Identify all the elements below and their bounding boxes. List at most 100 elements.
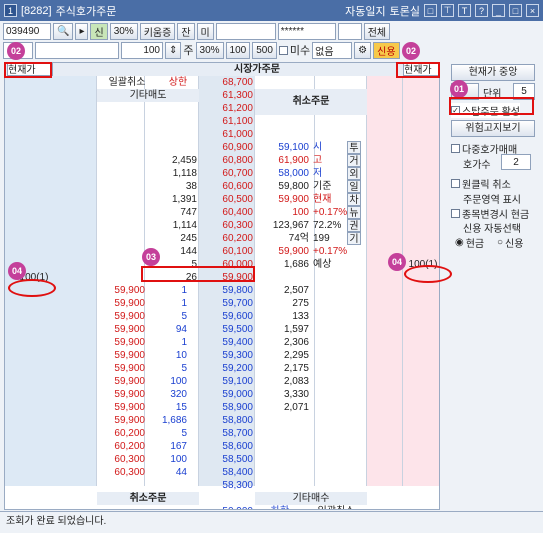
side-tab[interactable]: 일 <box>347 180 361 193</box>
close-icon[interactable]: × <box>526 4 539 17</box>
ask-row[interactable]: 1,391 60,500 59,900 현재 차 <box>5 193 439 206</box>
bid-row[interactable]: 58,400 60,300 44 <box>5 466 439 479</box>
stock-change-checkbox[interactable]: 종목변경시 현금 <box>451 206 529 221</box>
side-tab[interactable]: 투 <box>347 141 361 154</box>
my-order-price: 59,900 <box>114 324 145 335</box>
bid-row[interactable]: 59,700 275 59,900 1 <box>5 297 439 310</box>
badge-04-left: 04 <box>8 262 26 280</box>
side-tab[interactable]: 거 <box>347 154 361 167</box>
risk-warning-button[interactable]: 위험고지보기 <box>451 120 535 137</box>
side-tab[interactable]: 외 <box>347 167 361 180</box>
ask-row[interactable]: 144 60,100 59,900 +0.17% <box>5 245 439 258</box>
info-value: 59,100 <box>278 142 309 153</box>
ask-row[interactable]: 38 60,600 59,800 기준 일 <box>5 180 439 193</box>
balance-button[interactable]: 잔 <box>177 22 195 40</box>
credit-radio[interactable]: ○ 신용 <box>497 235 523 250</box>
bid-qty: 2,295 <box>283 350 309 361</box>
password-input[interactable]: ****** <box>277 22 336 40</box>
ask-row[interactable]: 61,100 <box>5 115 439 128</box>
bottom-row[interactable]: 50,900하한일괄취소 <box>5 505 439 509</box>
highlight-right-total <box>404 265 452 283</box>
bid-price: 58,900 <box>222 402 253 413</box>
unfilled-button[interactable]: 미 <box>196 22 214 40</box>
bid-row[interactable]: 58,300 <box>5 479 439 492</box>
lower-limit-label: 하한 <box>255 505 305 509</box>
stock-code-input[interactable]: 039490 <box>3 22 51 40</box>
side-tab[interactable]: 기 <box>347 232 361 245</box>
discussion-link[interactable]: 토론실 <box>390 3 420 19</box>
font-icon[interactable]: T <box>458 4 471 17</box>
account-extra-input[interactable] <box>337 22 362 40</box>
ask-count-select[interactable]: 2 <box>501 154 531 170</box>
ask-row[interactable]: 61,000 <box>5 128 439 141</box>
bid-price: 59,300 <box>222 350 253 361</box>
ask-row[interactable]: 1,114 60,300 123,967 72.2% 권 <box>5 219 439 232</box>
maximize-icon[interactable]: □ <box>509 4 522 17</box>
account-select[interactable] <box>215 22 276 40</box>
bid-row[interactable]: 59,000 3,330 59,900 320 <box>5 388 439 401</box>
gear-icon[interactable]: ⚙ <box>354 41 372 59</box>
credit-button[interactable]: 신용 <box>373 41 400 59</box>
misu-checkbox[interactable] <box>278 45 288 55</box>
bottom-row[interactable]: 취소주문 기타매수 <box>5 492 439 505</box>
all-button[interactable]: 전체 <box>363 22 391 40</box>
one-click-cancel-checkbox[interactable]: 원클릭 취소 <box>451 176 511 191</box>
side-tab[interactable]: 차 <box>347 193 361 206</box>
qty-30-button[interactable]: 30% <box>195 41 224 59</box>
bid-row[interactable]: 58,800 59,900 1,686 <box>5 414 439 427</box>
bid-row[interactable]: 59,300 2,295 59,900 10 <box>5 349 439 362</box>
auto-journal-link[interactable]: 자동일지 <box>345 3 385 19</box>
speaker-icon[interactable]: ▸ <box>75 22 89 40</box>
ask-row[interactable]: 747 60,400 100 +0.17% 뉴 <box>5 206 439 219</box>
side-panel: 현재가 중앙 ▾ 단위 5 ✓스탑주문 활성 위험고지보기 다중호가매매 호가수… <box>445 62 539 510</box>
bid-row[interactable]: 59,200 2,175 59,900 5 <box>5 362 439 375</box>
bid-row[interactable]: 59,100 2,083 59,900 100 <box>5 375 439 388</box>
bid-row[interactable]: 58,900 2,071 59,900 15 <box>5 401 439 414</box>
bid-row[interactable]: 58,500 60,300 100 <box>5 453 439 466</box>
header-row[interactable]: 현재가 시장가주문 현재가 <box>5 63 439 76</box>
info-label: 시 <box>313 142 323 153</box>
cash-radio[interactable]: ◉ 현금 <box>455 235 484 250</box>
bid-row[interactable]: 59,400 2,306 59,900 1 <box>5 336 439 349</box>
bid-price: 59,400 <box>222 337 253 348</box>
subheader-row[interactable]: 일괄취소 상한 68,700 <box>5 76 439 89</box>
info-value: 123,967 <box>272 220 309 231</box>
bid-row[interactable]: 58,700 60,200 5 <box>5 427 439 440</box>
bid-row[interactable]: 59,500 1,597 59,900 94 <box>5 323 439 336</box>
bid-row[interactable]: 59,800 2,507 59,900 1 <box>5 284 439 297</box>
badge-01: 01 <box>450 80 468 98</box>
side-tab[interactable]: 권 <box>347 219 361 232</box>
qty-input[interactable]: 100 <box>121 41 163 59</box>
ask-price: 60,600 <box>222 181 253 192</box>
qty-100-button[interactable]: 100 <box>225 41 251 59</box>
credit-icon[interactable]: 신 <box>90 22 108 40</box>
option-select[interactable]: 없음 <box>312 41 353 59</box>
memo-input[interactable] <box>35 41 119 59</box>
ask-row[interactable]: 245 60,200 74억 199 기 <box>5 232 439 245</box>
ask-row[interactable]: 2,459 60,800 61,900 고 거 <box>5 154 439 167</box>
ask-row[interactable]: 61,300 <box>5 89 439 102</box>
bid-row[interactable]: 58,600 60,200 167 <box>5 440 439 453</box>
ask-row[interactable]: 61,200 <box>5 102 439 115</box>
ratio-30-button[interactable]: 30% <box>109 22 138 40</box>
my-order-price: 59,900 <box>114 350 145 361</box>
broker-button[interactable]: 키움증 <box>139 22 176 40</box>
search-icon[interactable]: 🔍 <box>53 22 74 40</box>
link-icon[interactable]: □ <box>424 4 437 17</box>
bid-row[interactable]: 59,600 133 59,900 5 <box>5 310 439 323</box>
help-icon[interactable]: ? <box>475 4 488 17</box>
highlight-left-total <box>8 279 56 297</box>
ask-row[interactable]: 60,900 59,100 시 투 <box>5 141 439 154</box>
qty-500-button[interactable]: 500 <box>252 41 277 59</box>
my-order-price: 59,900 <box>114 285 145 296</box>
center-price-button[interactable]: 현재가 중앙 <box>451 64 535 81</box>
side-tab[interactable]: 뉴 <box>347 206 361 219</box>
ask-row[interactable]: 1,118 60,700 58,000 저 외 <box>5 167 439 180</box>
qty-stepper[interactable]: ⇕ <box>165 41 182 59</box>
status-bar: 조회가 완료 되었습니다. <box>0 511 543 533</box>
ask-price: 60,100 <box>222 246 253 257</box>
info-label: 기준 <box>313 181 332 192</box>
bottom-cancel-all: 일괄취소 <box>305 505 367 509</box>
pin-icon[interactable]: ⊤ <box>441 4 454 17</box>
minimize-icon[interactable]: _ <box>492 4 505 17</box>
